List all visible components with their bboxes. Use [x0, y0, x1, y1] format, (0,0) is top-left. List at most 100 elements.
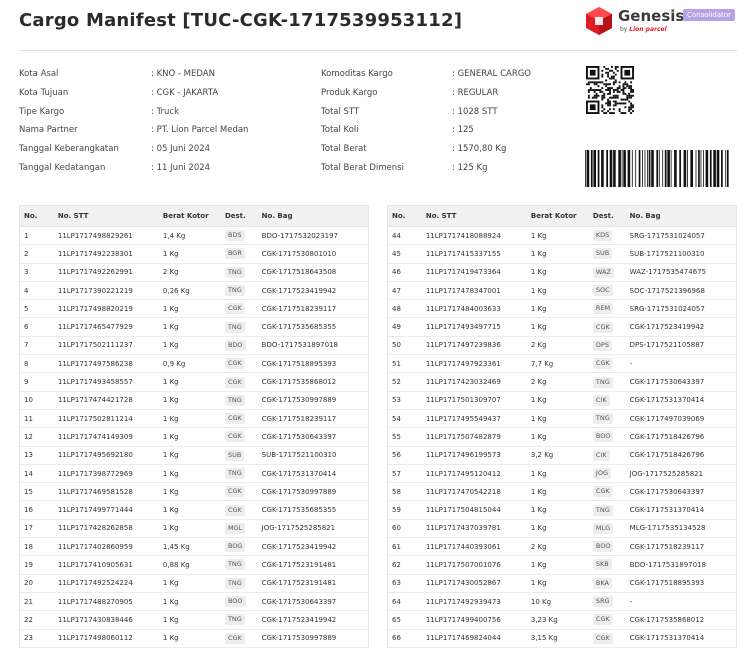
table-row: 9 11LP1717493458557 1 Kg CGK CGK-17175358680…: [18, 372, 369, 392]
barcode: [585, 150, 729, 187]
table-row: 13 11LP1717495692180 1 Kg SUB SUB-1717521100…: [18, 446, 369, 465]
cell-dest: REM: [588, 299, 626, 319]
info-value: : REGULAR: [452, 87, 499, 98]
table-row: 17 11LP1717428262858 1 Kg MGL JOG-1717525285…: [18, 519, 369, 539]
dest-badge: CGK: [224, 303, 245, 315]
stt-table-right: No. No. STT Berat Kotor Dest. No. Bag 44 11LP1…: [386, 205, 737, 648]
cell-berat: 1 Kg: [158, 372, 221, 392]
cell-berat: 3,15 Kg: [526, 629, 589, 648]
cell-no: 52: [386, 372, 422, 392]
cell-bag: CGK-1717535685355: [257, 500, 369, 520]
cell-dest: BOO: [220, 592, 258, 612]
table-row: 60 11LP1717437039781 1 Kg MLG MLG-1717535134…: [386, 519, 737, 539]
table-row: 61 11LP1717440393061 2 Kg BOO CGK-1717518239…: [386, 537, 737, 557]
column-header-berat: Berat Kotor: [158, 205, 221, 227]
cell-dest: CGK: [220, 354, 258, 374]
cell-stt: 11LP1717499771444: [53, 500, 159, 520]
info-label: Tipe Kargo: [19, 106, 65, 117]
cell-berat: 3,2 Kg: [526, 446, 589, 465]
cell-no: 56: [386, 446, 422, 465]
info-row: Total Berat : 1570,80 Kg: [321, 144, 561, 163]
column-header-dest: Dest.: [220, 205, 258, 227]
dest-badge: TNG: [224, 614, 245, 626]
table-row: 45 11LP1717415337155 1 Kg SUB SUB-1717521100…: [386, 244, 737, 264]
cell-berat: 1 Kg: [158, 409, 221, 429]
cell-dest: CGK: [588, 629, 626, 648]
cell-bag: CGK-1717530643397: [625, 372, 737, 392]
cell-berat: 1 Kg: [158, 574, 221, 593]
table-row: 52 11LP1717423032469 2 Kg TNG CGK-1717530643…: [386, 372, 737, 392]
table-row: 53 11LP1717501309707 1 Kg CIK CGK-1717531370…: [386, 391, 737, 410]
cell-bag: SRG-1717531024057: [625, 226, 737, 246]
dest-badge: CGK: [592, 358, 613, 370]
cell-bag: CGK-1717530643397: [625, 482, 737, 502]
dest-badge: SRG: [592, 596, 613, 608]
cell-no: 59: [386, 500, 422, 520]
cell-dest: KDS: [588, 226, 626, 246]
cell-no: 10: [18, 391, 54, 410]
table-row: 15 11LP1717469581528 1 Kg CGK CGK-1717530997…: [18, 482, 369, 502]
cell-dest: BOO: [588, 537, 626, 557]
cell-no: 62: [386, 555, 422, 575]
cell-bag: CGK-1717530643397: [257, 427, 369, 447]
cell-no: 53: [386, 391, 422, 410]
table-row: 23 11LP1717498060112 1 Kg CGK CGK-1717530997…: [18, 629, 369, 648]
cell-bag: BDO-1717532023197: [257, 226, 369, 246]
cell-berat: 2 Kg: [526, 537, 589, 557]
cell-stt: 11LP1717492524224: [53, 574, 159, 593]
cell-no: 18: [18, 537, 54, 557]
table-row: 54 11LP1717495549437 1 Kg TNG CGK-1717497039…: [386, 409, 737, 429]
table-row: 50 11LP1717497239836 2 Kg DPS DPS-1717521105…: [386, 336, 737, 356]
info-row: Produk Kargo: REGULAR: [321, 88, 561, 107]
cell-bag: CGK-1717523419942: [257, 610, 369, 630]
cell-stt: 11LP1717402860959: [53, 537, 159, 557]
info-value: : 1570,80 Kg: [452, 144, 507, 155]
cell-stt: 11LP1717502811214: [53, 409, 159, 429]
dest-badge: BDO: [224, 339, 246, 351]
cell-stt: 11LP1717440393061: [421, 537, 527, 557]
cell-bag: CGK-1717530997889: [257, 482, 369, 502]
cell-bag: CGK-1717518239117: [257, 299, 369, 319]
dest-badge: CGK: [592, 614, 613, 626]
cell-dest: SOC: [588, 281, 626, 301]
cell-no: 15: [18, 482, 54, 502]
cell-no: 57: [386, 464, 422, 484]
cell-bag: JOG-1717525285821: [625, 464, 737, 484]
cell-stt: 11LP1717507001076: [421, 555, 527, 575]
dest-badge: CGK: [224, 632, 245, 644]
cell-no: 21: [18, 592, 54, 612]
cell-bag: SRG-1717531024057: [625, 299, 737, 319]
cell-berat: 1 Kg: [526, 500, 589, 520]
cell-no: 1: [18, 226, 54, 246]
cell-dest: TNG: [588, 500, 626, 520]
table-row: 44 11LP1717418088924 1 Kg KDS SRG-1717531024…: [386, 226, 737, 246]
table-row: 46 11LP1717419473364 1 Kg WAZ WAZ-1717535474…: [386, 263, 737, 282]
cell-berat: 1 Kg: [526, 391, 589, 410]
info-label: Total Berat Dimensi: [321, 162, 404, 173]
table-row: 62 11LP1717507001076 1 Kg SKB BDO-1717531897…: [386, 555, 737, 575]
info-row: Total Berat Dimensi: 125 Kg: [321, 163, 561, 182]
cell-bag: CGK-1717523419942: [257, 281, 369, 301]
table-row: 7 11LP1717502111237 1 Kg BDO BDO-17175318970…: [18, 336, 369, 356]
cell-bag: WAZ-1717535474675: [625, 263, 737, 282]
info-row: Tipe Kargo: Truck: [19, 107, 309, 126]
cell-stt: 11LP1717484003633: [421, 299, 527, 319]
info-label: Tanggal Kedatangan: [19, 162, 106, 173]
cell-dest: CGK: [220, 409, 258, 429]
cell-berat: 1 Kg: [158, 500, 221, 520]
cell-bag: CGK-1717518426796: [625, 427, 737, 447]
cell-stt: 11LP1717470542218: [421, 482, 527, 502]
cell-no: 12: [18, 427, 54, 447]
cell-berat: 1 Kg: [158, 244, 221, 264]
table-row: 55 11LP1717507482879 1 Kg BOO CGK-1717518426…: [386, 427, 737, 447]
table-row: 64 11LP1717492939473 10 Kg SRG -: [386, 592, 737, 612]
cell-no: 50: [386, 336, 422, 356]
cell-berat: 1 Kg: [526, 244, 589, 264]
info-right: Komoditas Kargo: GENERAL CARGO Produk Kar…: [321, 69, 561, 182]
info-label: Total Berat: [321, 144, 367, 155]
info-value: : CGK - JAKARTA: [151, 87, 219, 98]
info-row: Total Koli: 125: [321, 125, 561, 144]
cell-dest: SKB: [588, 555, 626, 575]
cell-stt: 11LP1717390221219: [53, 281, 159, 301]
cell-bag: CGK-1717535868012: [257, 372, 369, 392]
